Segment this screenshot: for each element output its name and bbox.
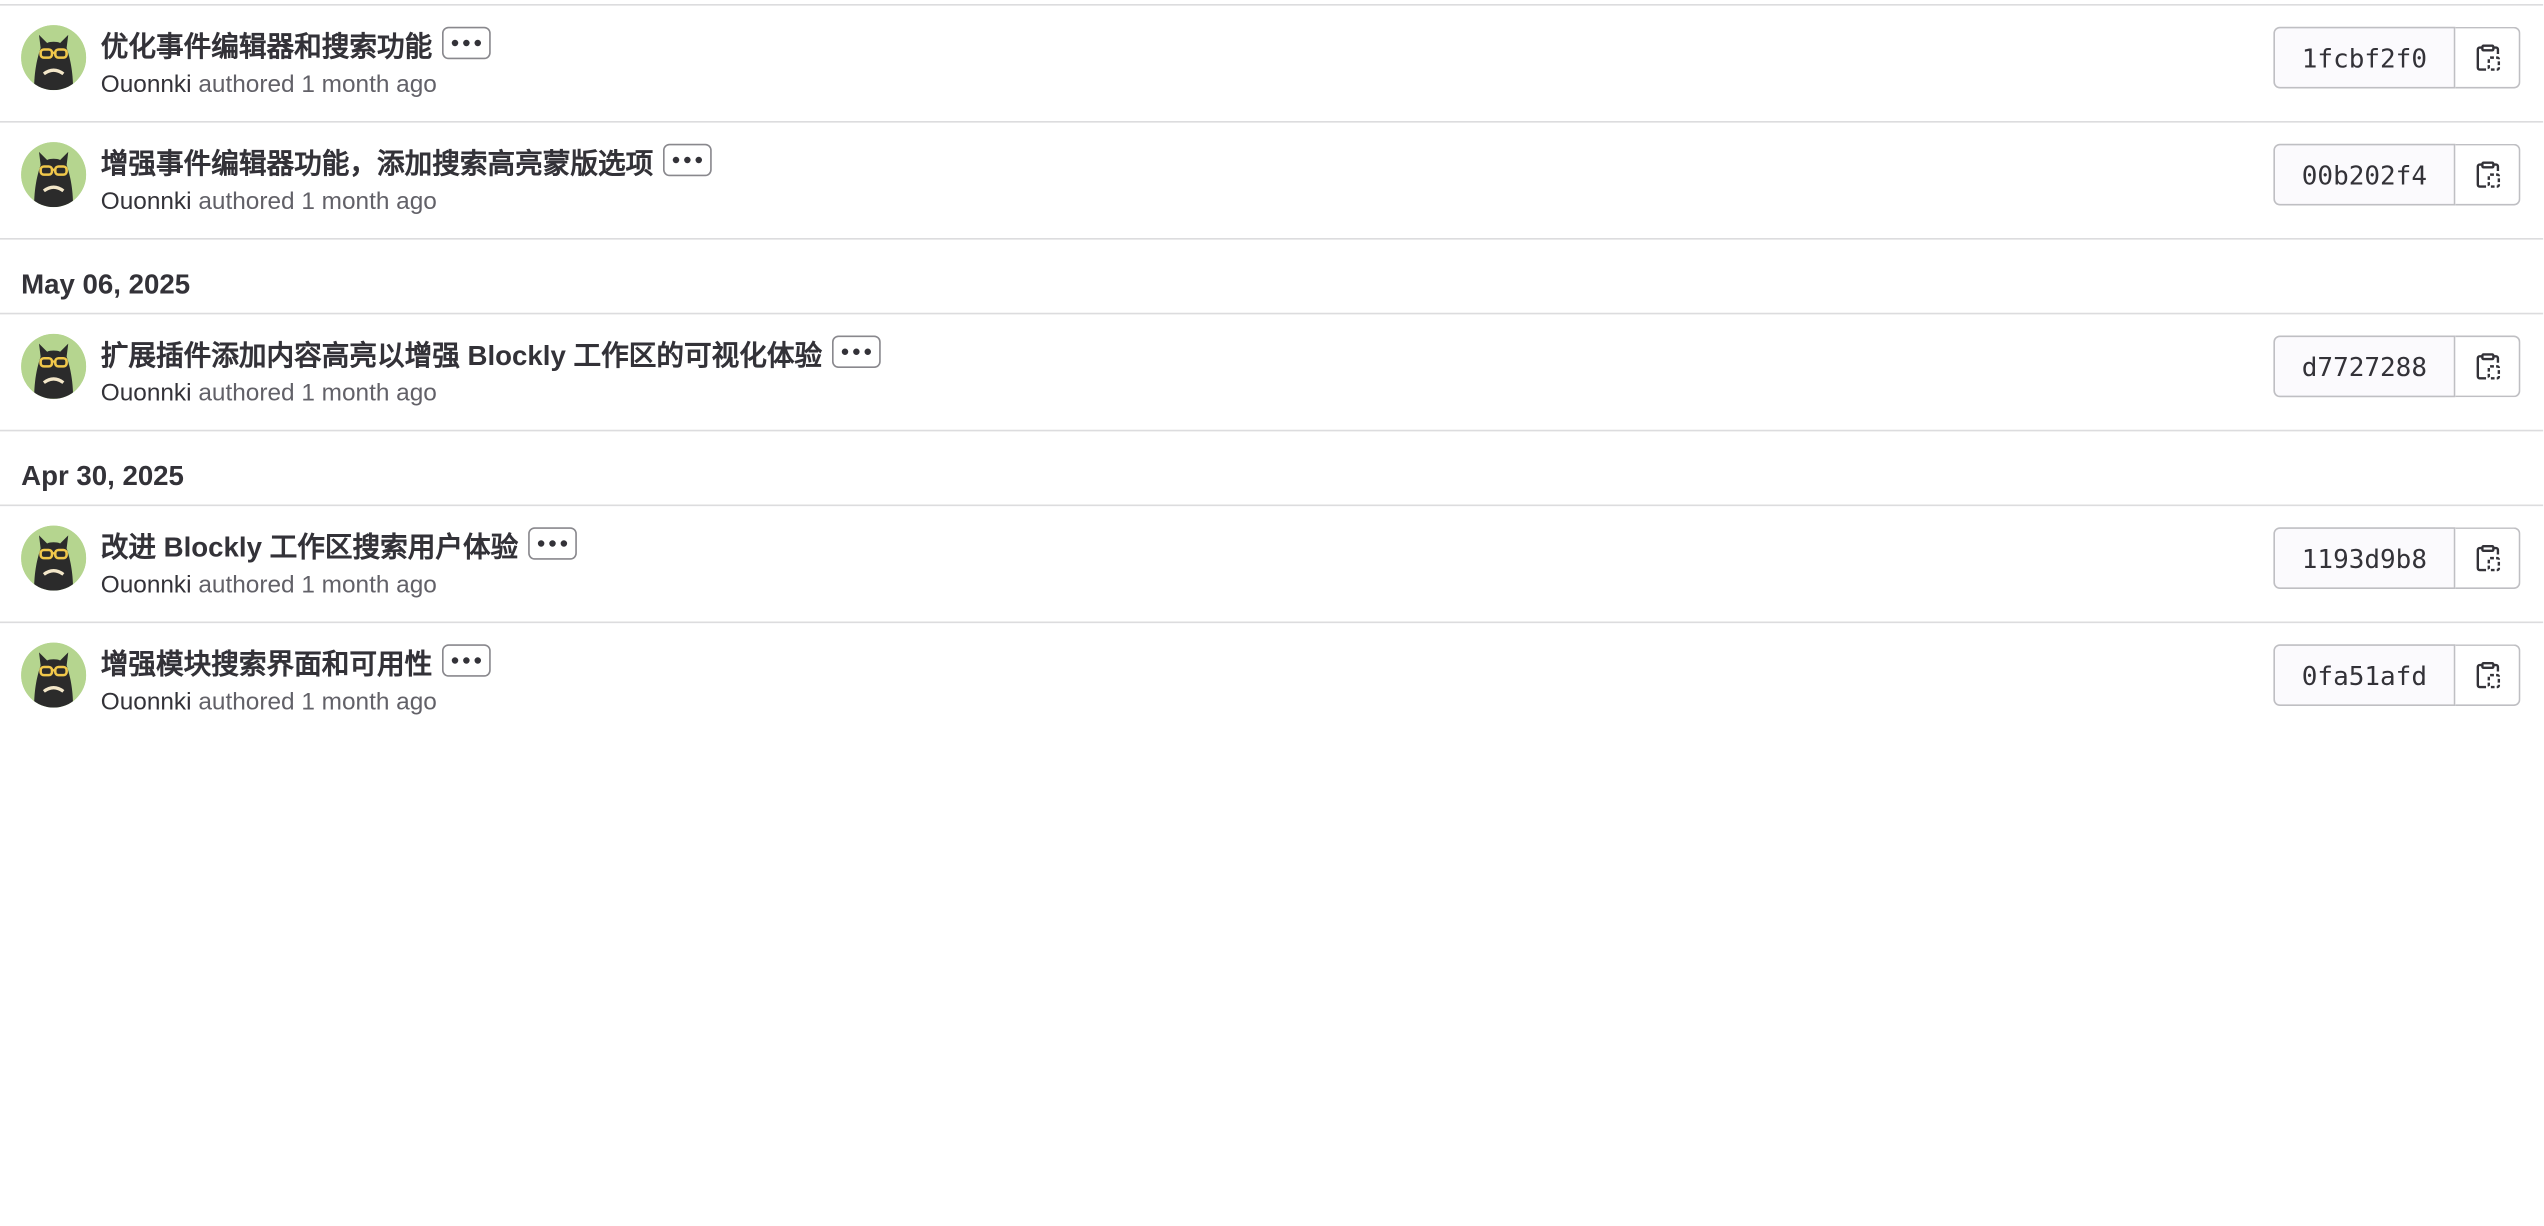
commit-title-line: 扩展插件添加内容高亮以增强 Blockly 工作区的可视化体验 (101, 334, 881, 370)
date-header: May 06, 2025 (0, 240, 2544, 315)
author-link[interactable]: Ouonnki (101, 188, 192, 216)
time-text: 1 month ago (301, 688, 437, 716)
commit-row: 增强模块搜索界面和可用性 Ouonnki authored 1 month ag… (0, 623, 2543, 740)
commit-list: 优化事件编辑器和搜索功能 Ouonnki authored 1 month ag… (0, 4, 2544, 1226)
sha-group: 1fcbf2f0 (2273, 26, 2521, 89)
author-link[interactable]: Ouonnki (101, 71, 192, 99)
commit-meta: Ouonnki authored 1 month ago (101, 688, 437, 716)
commit-sha[interactable]: 00b202f4 (2273, 143, 2456, 206)
author-link[interactable]: Ouonnki (101, 379, 192, 407)
cat-avatar-icon (21, 333, 87, 399)
commit-row: 增强事件编辑器功能，添加搜索高亮蒙版选项 Ouonnki authored 1 … (0, 123, 2544, 240)
commit-row: 改进 Blockly 工作区搜索用户体验 Ouonnki authored 1 … (0, 506, 2544, 624)
copy-sha-button[interactable] (2455, 527, 2521, 589)
ellipsis-icon[interactable] (442, 26, 491, 60)
copy-clipboard-icon (2475, 662, 2500, 689)
commit-title-line: 改进 Blockly 工作区搜索用户体验 (101, 526, 577, 562)
ellipsis-icon[interactable] (442, 644, 491, 677)
cat-avatar-icon (21, 642, 87, 708)
commit-title[interactable]: 增强模块搜索界面和可用性 (101, 640, 433, 681)
cat-avatar-icon (21, 25, 87, 91)
author-link[interactable]: Ouonnki (101, 571, 192, 599)
commit-title[interactable]: 优化事件编辑器和搜索功能 (101, 23, 433, 64)
commit-title-line: 优化事件编辑器和搜索功能 (101, 23, 491, 64)
date-label: Apr 30, 2025 (21, 460, 184, 492)
date-label: May 06, 2025 (21, 268, 191, 300)
avatar[interactable] (21, 25, 87, 91)
commit-title[interactable]: 改进 Blockly 工作区搜索用户体验 (101, 523, 518, 564)
time-text: 1 month ago (301, 187, 437, 216)
ellipsis-icon[interactable] (831, 335, 881, 368)
cat-avatar-icon (21, 525, 87, 591)
sha-group: 1193d9b8 (2273, 527, 2521, 589)
action-text: authored (198, 70, 295, 99)
ellipsis-icon[interactable] (663, 143, 712, 177)
author-link[interactable]: Ouonnki (101, 688, 192, 716)
date-header: Apr 30, 2025 (0, 431, 2544, 507)
action-text: authored (198, 379, 295, 407)
copy-clipboard-icon (2475, 161, 2500, 188)
commit-title-line: 增强事件编辑器功能，添加搜索高亮蒙版选项 (101, 140, 712, 181)
cat-avatar-icon (21, 142, 87, 208)
commit-group: 优化事件编辑器和搜索功能 Ouonnki authored 1 month ag… (0, 6, 2544, 240)
sha-group: d7727288 (2273, 335, 2521, 398)
ellipsis-icon[interactable] (527, 527, 577, 560)
commit-row: 扩展插件添加内容高亮以增强 Blockly 工作区的可视化体验 Ouonnki … (0, 314, 2544, 432)
commit-sha[interactable]: 0fa51afd (2273, 644, 2456, 706)
avatar[interactable] (21, 333, 87, 399)
commit-title-line: 增强模块搜索界面和可用性 (101, 643, 491, 679)
commit-title[interactable]: 扩展插件添加内容高亮以增强 Blockly 工作区的可视化体验 (101, 331, 822, 372)
commit-meta: Ouonnki authored 1 month ago (101, 379, 437, 407)
commit-row: 优化事件编辑器和搜索功能 Ouonnki authored 1 month ag… (0, 6, 2544, 123)
commit-sha[interactable]: 1193d9b8 (2273, 527, 2456, 589)
commit-sha[interactable]: 1fcbf2f0 (2273, 26, 2456, 89)
commit-title[interactable]: 增强事件编辑器功能，添加搜索高亮蒙版选项 (101, 140, 654, 181)
sha-group: 0fa51afd (2273, 644, 2521, 706)
commit-meta: Ouonnki authored 1 month ago (101, 71, 437, 99)
copy-sha-button[interactable] (2455, 143, 2521, 206)
copy-sha-button[interactable] (2455, 335, 2521, 398)
commit-meta: Ouonnki authored 1 month ago (101, 188, 437, 216)
action-text: authored (198, 187, 295, 216)
avatar[interactable] (21, 525, 87, 591)
copy-clipboard-icon (2475, 353, 2500, 380)
copy-sha-button[interactable] (2455, 644, 2521, 706)
commit-group: May 06, 2025 扩展插件添加内容高亮以增强 Blockly 工作区的可… (0, 240, 2544, 432)
commit-sha[interactable]: d7727288 (2273, 335, 2456, 398)
time-text: 1 month ago (301, 379, 437, 407)
sha-group: 00b202f4 (2273, 143, 2521, 206)
avatar[interactable] (21, 642, 87, 708)
copy-clipboard-icon (2475, 545, 2500, 572)
action-text: authored (198, 688, 295, 716)
copy-clipboard-icon (2475, 44, 2500, 71)
commit-group: Apr 30, 2025 改进 Blockly 工作区搜索用户体验 Ouonnk… (0, 431, 2544, 740)
time-text: 1 month ago (301, 70, 437, 99)
avatar[interactable] (21, 142, 87, 208)
action-text: authored (198, 571, 295, 599)
commit-meta: Ouonnki authored 1 month ago (101, 571, 437, 599)
copy-sha-button[interactable] (2455, 26, 2521, 89)
time-text: 1 month ago (301, 571, 437, 599)
